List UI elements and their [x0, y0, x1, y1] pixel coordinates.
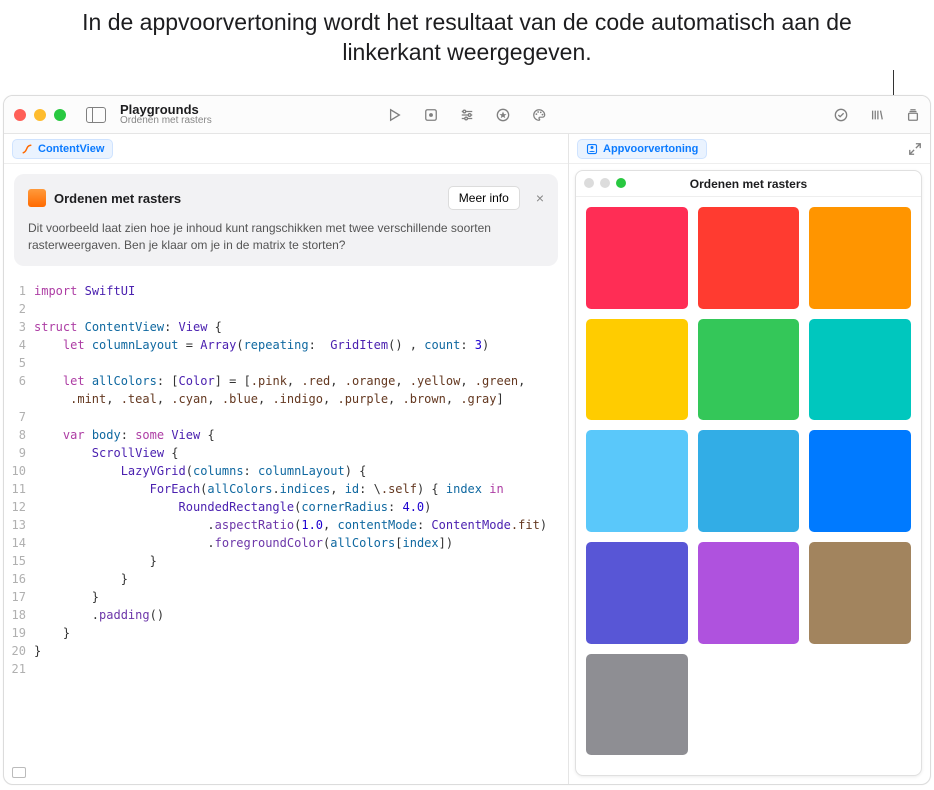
preview-titlebar: Ordenen met rasters — [576, 171, 921, 197]
color-tile[interactable] — [586, 542, 688, 644]
check-circle-icon[interactable] — [834, 108, 848, 122]
play-icon[interactable] — [388, 108, 402, 122]
color-tile[interactable] — [586, 430, 688, 532]
sliders-icon[interactable] — [460, 108, 474, 122]
color-tile[interactable] — [586, 207, 688, 309]
color-tile[interactable] — [586, 654, 688, 756]
tab-contentview[interactable]: ContentView — [12, 139, 113, 159]
record-icon[interactable] — [424, 108, 438, 122]
tab-label: ContentView — [38, 143, 104, 155]
banner-title: Ordenen met rasters — [54, 191, 181, 206]
editor-tab-row: ContentView — [4, 134, 568, 164]
preview-pane: Appvoorvertoning Ordenen met rasters — [569, 134, 930, 784]
intro-banner: Ordenen met rasters Meer info × Dit voor… — [14, 174, 558, 266]
status-icon — [12, 767, 26, 778]
color-tile[interactable] — [698, 430, 800, 532]
zoom-icon[interactable] — [616, 178, 626, 188]
banner-description: Dit voorbeeld laat zien hoe je inhoud ku… — [28, 220, 544, 254]
star-circle-icon[interactable] — [496, 108, 510, 122]
minimize-icon[interactable] — [600, 178, 610, 188]
app-window: Playgrounds Ordenen met rasters — [3, 95, 931, 785]
color-tile[interactable] — [809, 207, 911, 309]
close-icon[interactable]: × — [536, 190, 544, 206]
close-icon[interactable] — [584, 178, 594, 188]
line-gutter: 1 2 3 4 5 6 7 8 9 10 11 12 13 14 15 16 1… — [4, 282, 34, 784]
toolbar-center — [388, 108, 546, 122]
editor-pane: ContentView Ordenen met rasters Meer inf… — [4, 134, 569, 784]
close-icon[interactable] — [14, 109, 26, 121]
color-grid[interactable] — [586, 207, 911, 755]
more-info-button[interactable]: Meer info — [448, 186, 520, 210]
palette-icon[interactable] — [532, 108, 546, 122]
zoom-icon[interactable] — [54, 109, 66, 121]
preview-title: Ordenen met rasters — [690, 177, 807, 191]
color-tile[interactable] — [698, 319, 800, 421]
toolbar-right — [834, 108, 920, 122]
preview-window-controls — [584, 178, 626, 188]
code-editor[interactable]: 1 2 3 4 5 6 7 8 9 10 11 12 13 14 15 16 1… — [4, 276, 568, 784]
expand-icon[interactable] — [908, 142, 922, 156]
preview-tab-row: Appvoorvertoning — [569, 134, 930, 164]
banner-app-icon — [28, 189, 46, 207]
tab-label: Appvoorvertoning — [603, 143, 698, 155]
tab-app-preview[interactable]: Appvoorvertoning — [577, 139, 707, 159]
stack-icon[interactable] — [906, 108, 920, 122]
code-content[interactable]: import SwiftUI struct ContentView: View … — [34, 282, 568, 784]
color-tile[interactable] — [698, 542, 800, 644]
titlebar: Playgrounds Ordenen met rasters — [4, 96, 930, 134]
minimize-icon[interactable] — [34, 109, 46, 121]
color-tile[interactable] — [586, 319, 688, 421]
help-caption: In de appvoorvertoning wordt het resulta… — [0, 0, 934, 76]
library-icon[interactable] — [870, 108, 884, 122]
color-tile[interactable] — [809, 542, 911, 644]
color-tile[interactable] — [809, 319, 911, 421]
color-tile[interactable] — [809, 430, 911, 532]
color-tile[interactable] — [698, 207, 800, 309]
window-subtitle: Ordenen met rasters — [120, 116, 212, 126]
title-stack: Playgrounds Ordenen met rasters — [120, 103, 212, 126]
window-controls — [14, 109, 66, 121]
sidebar-toggle-icon[interactable] — [86, 107, 106, 123]
preview-window: Ordenen met rasters — [575, 170, 922, 776]
